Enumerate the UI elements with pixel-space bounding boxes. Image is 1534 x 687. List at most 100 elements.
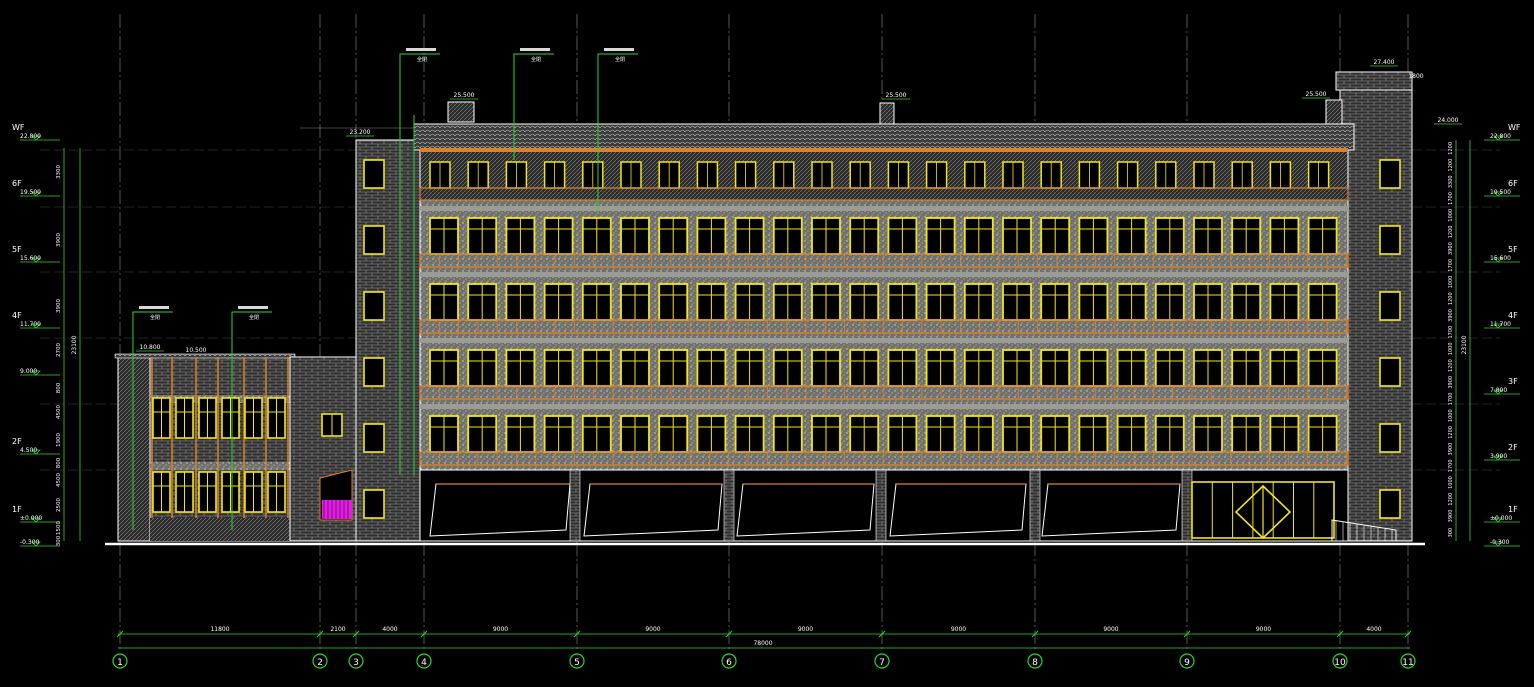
callout-label-bar (520, 48, 550, 51)
level-name: 1F (1508, 505, 1518, 514)
shopfront (889, 483, 1027, 537)
level-name: WF (1508, 123, 1521, 132)
left-dim-text: 2500 (56, 498, 62, 512)
tower-window (1379, 159, 1401, 189)
left-dim-text: 2700 (56, 343, 62, 357)
axis-label: 3 (353, 658, 359, 668)
right-dim-text: 1200 (1448, 142, 1454, 155)
level-elevation: -0.300 (1490, 539, 1510, 546)
right-dim-text: 1000 (1448, 409, 1454, 422)
level-elevation: 11.700 (20, 321, 41, 328)
level-elevation: 7.800 (1490, 387, 1507, 394)
right-dim-text: 1200 (1448, 493, 1454, 506)
span-dim-text: 9000 (493, 626, 508, 633)
tower-window (1379, 423, 1401, 453)
axis-label: 1 (117, 658, 123, 668)
callout-note: 全閉 (150, 314, 160, 321)
level-elevation: ±0.000 (1490, 515, 1512, 522)
axis-label: 7 (879, 658, 885, 668)
callout-note: 全閉 (615, 56, 625, 63)
callout-note: 全閉 (417, 56, 427, 63)
ground-pier (1029, 469, 1041, 542)
left-dim-text: 3900 (56, 233, 62, 247)
ground-pier (875, 469, 887, 542)
roof-structure (1325, 99, 1343, 125)
left-block-parapet (114, 353, 296, 359)
right-dim-text: 1200 (1448, 226, 1454, 239)
level-elevation: 22.800 (1490, 133, 1511, 140)
roof-tiles (413, 123, 1355, 151)
shopfront (583, 483, 723, 537)
level-elevation: 22.800 (20, 133, 41, 140)
callout-note: 全閉 (531, 56, 541, 63)
right-dim-text: 1200 (1448, 292, 1454, 305)
span-dim-text: 9000 (645, 626, 660, 633)
right-dim-text: 1700 (1448, 393, 1454, 406)
tower-window (1379, 225, 1401, 255)
span-dim-text: 9000 (951, 626, 966, 633)
level-elevation: 15.600 (20, 255, 41, 262)
tower-window (363, 423, 385, 453)
level-elevation: 19.500 (20, 189, 41, 196)
tower-window (363, 159, 385, 189)
callout-note: 全閉 (249, 314, 259, 321)
right-dim-text: 3900 (1448, 443, 1454, 456)
left-block-band (150, 462, 290, 470)
level-elevation: 9.000 (20, 368, 37, 375)
roof-height-text: 25.500 (454, 92, 475, 99)
level-elevation: 4.500 (20, 447, 37, 454)
right-dim-text: 1000 (1448, 209, 1454, 222)
tower-window (363, 291, 385, 321)
span-dim-text: 9000 (1256, 626, 1271, 633)
right-dim-text: 3900 (1448, 510, 1454, 523)
tower-window (363, 489, 385, 519)
left-dim-text: 4500 (56, 473, 62, 487)
right-dim-text: 3300 (1448, 175, 1454, 188)
right-dim-text: 1000 (1448, 276, 1454, 289)
roof-structure (447, 101, 475, 123)
magenta-door (322, 500, 352, 519)
shopfront (1041, 483, 1181, 537)
right-dim-text: 3900 (1448, 376, 1454, 389)
roof-height-text: 27.400 (1374, 59, 1395, 66)
axis-label: 6 (726, 658, 732, 668)
right-total-text: 23100 (1461, 335, 1468, 354)
axis-label: 4 (421, 658, 427, 668)
left-block-facade (149, 356, 291, 542)
callout-label-bar (406, 48, 436, 51)
level-elevation: 15.600 (1490, 255, 1511, 262)
shopfront (736, 483, 875, 537)
axis-label: 8 (1032, 658, 1038, 668)
span-dim-text: 9000 (1103, 626, 1118, 633)
left-dim-text: 3300 (56, 165, 62, 179)
left-dim-text: 800 (56, 382, 62, 393)
level-name: 6F (1508, 179, 1518, 188)
level-name: 5F (12, 245, 22, 254)
level-elevation: -0.300 (20, 539, 40, 546)
right-dim-text: 1200 (1448, 359, 1454, 372)
ground-pier (1181, 469, 1193, 542)
left-dim-text: 1900 (56, 433, 62, 447)
level-name: 6F (12, 179, 22, 188)
roof-height-text: 24.000 (1438, 117, 1459, 124)
span-dim-text: 2100 (330, 626, 345, 633)
tower-window (363, 225, 385, 255)
ground-pier (569, 469, 581, 542)
roof-height-text: 25.500 (1306, 91, 1327, 98)
left-total-text: 23100 (71, 335, 78, 354)
roof-height-text: 25.500 (886, 92, 907, 99)
floor-slab-band (420, 272, 1348, 277)
left-dim-text: 4500 (56, 405, 62, 419)
right-dim-text: 1000 (1448, 342, 1454, 355)
roof-height-text: 10.500 (186, 347, 207, 354)
roof-eave (420, 148, 1348, 152)
elevation-drawing: 11800 2100 4000 9000 9000 9000 9000 9000 9000 400… (12, 14, 1521, 669)
level-name: 3F (1508, 377, 1518, 386)
tower-window (1379, 489, 1401, 519)
left-dim-text: 1500 (56, 521, 62, 535)
right-dim-text: 1700 (1448, 459, 1454, 472)
right-dim-text: 1700 (1448, 326, 1454, 339)
left-dim-text: 3900 (56, 299, 62, 313)
level-elevation: 19.500 (1490, 189, 1511, 196)
span-dim-text: 9000 (798, 626, 813, 633)
